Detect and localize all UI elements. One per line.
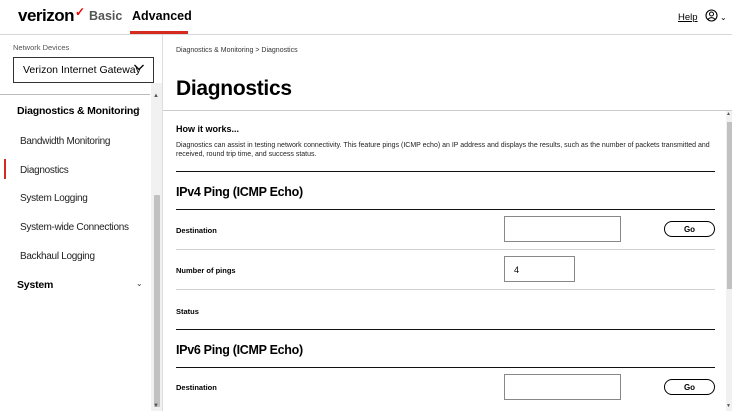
help-link[interactable]: Help [678,12,698,23]
sidebar-divider [0,94,150,95]
logo-text: verizon [18,6,75,25]
scroll-down-arrow-icon[interactable]: ▼ [153,403,159,409]
sidebar-section-diagnostics-monitoring[interactable]: Diagnostics & Monitoring [17,105,140,117]
ipv4-destination-input[interactable] [504,216,621,242]
network-device-selected-value: Verizon Internet Gateway [23,64,141,76]
title-divider [163,110,732,111]
ipv4-status-label: Status [176,307,199,316]
main-scrollbar-thumb[interactable] [727,122,732,289]
ipv4-section-title: IPv4 Ping (ICMP Echo) [176,185,303,199]
tab-advanced[interactable]: Advanced [132,9,192,23]
sidebar-scrollbar-thumb[interactable] [154,195,160,407]
section-divider [176,367,715,368]
how-it-works-text: Diagnostics can assist in testing networ… [176,142,710,158]
chevron-down-icon [133,61,145,76]
sidebar: Network Devices Verizon Internet Gateway… [0,35,163,411]
logo-check-icon: ✓ [75,5,85,19]
row-divider [176,289,715,290]
chevron-up-icon[interactable]: ^ [136,106,140,115]
ipv4-destination-label: Destination [176,226,217,235]
breadcrumb[interactable]: Diagnostics & Monitoring > Diagnostics [176,47,298,54]
sidebar-item-bandwidth-monitoring[interactable]: Bandwidth Monitoring [20,136,110,147]
ipv4-pings-input[interactable]: 4 [504,256,575,282]
sidebar-item-system-wide-connections[interactable]: System-wide Connections [20,222,129,233]
user-menu-chevron-icon[interactable]: ⌄ [720,13,727,22]
chevron-down-icon[interactable]: ⌄ [136,279,143,288]
user-circle-icon[interactable] [705,9,718,25]
section-divider [176,329,715,330]
row-divider [176,249,715,250]
ipv4-go-button[interactable]: Go [664,221,715,237]
ipv6-destination-label: Destination [176,383,217,392]
ipv6-section-title: IPv6 Ping (ICMP Echo) [176,343,303,357]
sidebar-item-diagnostics[interactable]: Diagnostics [20,165,69,176]
sidebar-item-system-logging[interactable]: System Logging [20,193,88,204]
ipv6-go-button[interactable]: Go [664,379,715,395]
network-device-select[interactable]: Verizon Internet Gateway [13,57,154,83]
verizon-logo[interactable]: verizon✓ [18,5,85,26]
scroll-up-arrow-icon[interactable]: ▲ [153,93,159,99]
scroll-up-arrow-icon[interactable]: ▲ [726,111,731,117]
sidebar-item-backhaul-logging[interactable]: Backhaul Logging [20,251,95,262]
section-divider [176,209,715,210]
ipv4-pings-label: Number of pings [176,266,236,275]
top-bar: verizon✓ Basic Advanced Help ⌄ [0,0,732,34]
page-title: Diagnostics [176,77,292,100]
active-item-indicator [4,159,6,179]
how-it-works-heading: How it works... [176,124,240,134]
ipv6-destination-input[interactable] [504,374,621,400]
tab-basic[interactable]: Basic [89,9,122,23]
scroll-down-arrow-icon[interactable]: ▼ [726,403,731,409]
section-divider [176,171,715,172]
network-devices-label: Network Devices [13,43,70,52]
sidebar-section-system[interactable]: System [17,279,53,291]
